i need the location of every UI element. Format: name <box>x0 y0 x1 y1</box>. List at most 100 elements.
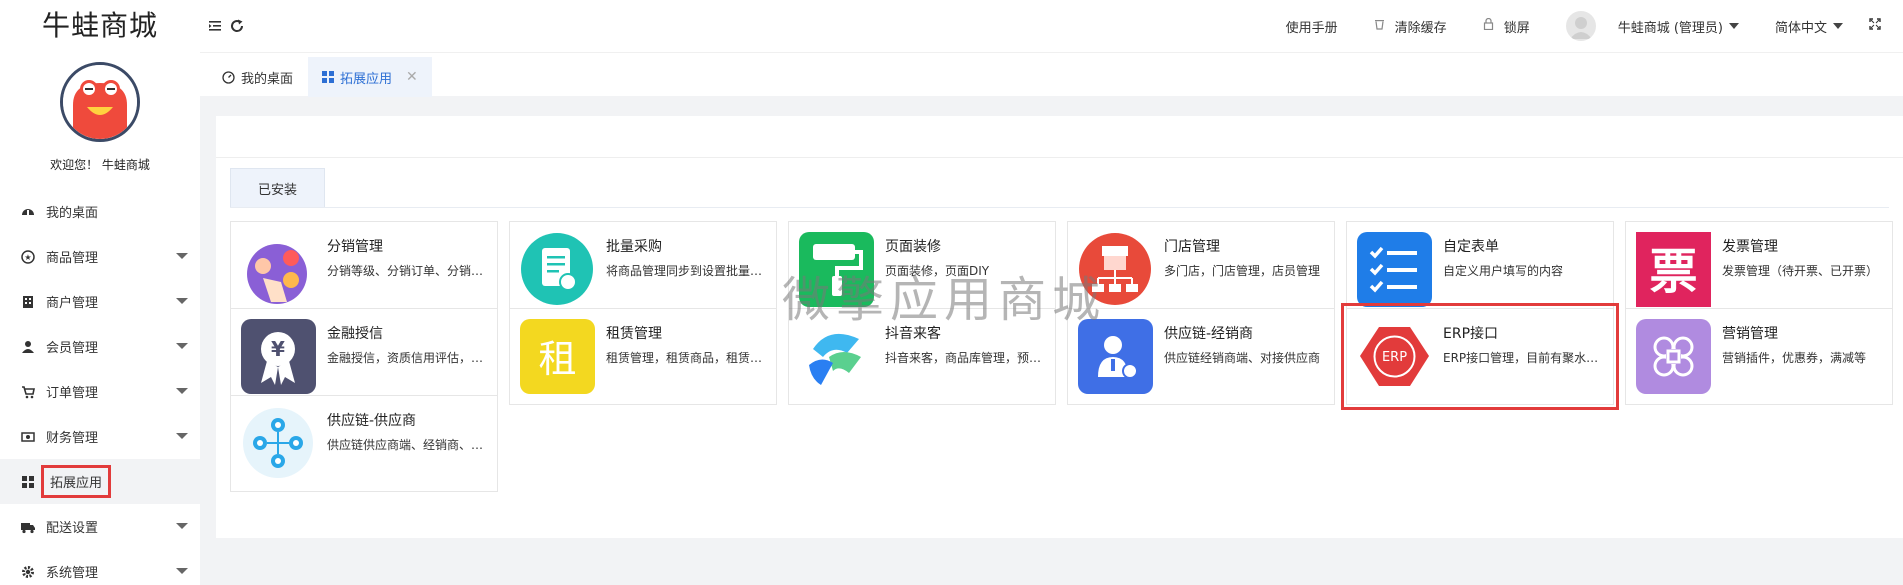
app-desc: 抖音来客，商品库管理，预约管理 <box>885 351 1047 365</box>
extensions-panel: 已安装 分销管理 分销等级、分销订单、分销商管理 批量采购 将商品管理同步到设置… <box>216 116 1903 538</box>
app-card-invoice[interactable]: 票 发票管理 发票管理（待开票、已开票） <box>1625 221 1893 318</box>
user-menu[interactable]: 牛蛙商城 (管理员) <box>1618 17 1739 36</box>
app-card-custom-form[interactable]: 自定表单 自定义用户填写的内容 <box>1346 221 1614 318</box>
grid-icon <box>20 474 36 490</box>
sidebar-item-order[interactable]: 订单管理 <box>0 369 200 414</box>
app-card-supply-supplier[interactable]: 供应链-供应商 供应链供应商端、经销商、商品 <box>230 395 498 492</box>
lock-icon <box>1483 17 1494 34</box>
app-desc: 分销等级、分销订单、分销商管理 <box>327 264 489 278</box>
app-card-page-decoration[interactable]: 页面装修 页面装修，页面DIY <box>788 221 1056 318</box>
user-name: 牛蛙商城 (管理员) <box>1617 20 1723 36</box>
language-select[interactable]: 简体中文 <box>1775 17 1843 36</box>
app-desc: 多门店，门店管理，店员管理 <box>1164 264 1321 278</box>
sidebar-item-system[interactable]: 系统管理 <box>0 549 200 585</box>
app-desc: 租赁管理，租赁商品，租赁订单 <box>606 351 768 365</box>
user-icon <box>20 339 36 355</box>
caret-down-icon <box>1728 23 1739 29</box>
panel-header <box>216 116 1903 158</box>
app-title: 自定表单 <box>1443 239 1499 255</box>
chevron-down-icon <box>176 253 188 259</box>
trash-icon <box>1374 18 1385 34</box>
top-bar: 使用手册 清除缓存 锁屏 牛蛙商城 (管理员) 简体中文 <box>200 0 1903 52</box>
chevron-down-icon <box>176 523 188 529</box>
app-card-bulk-purchase[interactable]: 批量采购 将商品管理同步到设置批量采购 <box>509 221 777 318</box>
app-title: 发票管理 <box>1722 239 1778 255</box>
lock-screen-button[interactable]: 锁屏 <box>1483 17 1530 36</box>
svg-text:★: ★ <box>24 253 31 262</box>
sidebar-item-member[interactable]: 会员管理 <box>0 324 200 369</box>
app-card-lease[interactable]: 租 租赁管理 租赁管理，租赁商品，租赁订单 <box>509 308 777 405</box>
manual-link[interactable]: 使用手册 <box>1286 17 1338 36</box>
app-desc: 供应链供应商端、经销商、商品 <box>327 438 489 452</box>
fullscreen-icon <box>1869 18 1881 34</box>
user-avatar[interactable] <box>1565 11 1596 41</box>
caret-down-icon <box>1833 23 1843 29</box>
tab-dashboard[interactable]: 我的桌面 <box>208 57 307 97</box>
sidebar-item-delivery[interactable]: 配送设置 <box>0 504 200 549</box>
refresh-icon[interactable] <box>230 18 244 37</box>
app-title: 批量采购 <box>606 239 662 255</box>
app-card-store[interactable]: 门店管理 多门店，门店管理，店员管理 <box>1067 221 1335 318</box>
app-title: 抖音来客 <box>885 326 941 342</box>
app-card-supply-dealer[interactable]: 供应链-经销商 供应链经销商端、对接供应商 <box>1067 308 1335 405</box>
admin-avatar[interactable] <box>60 62 140 142</box>
sidebar-item-label: 系统管理 <box>46 566 99 581</box>
chevron-down-icon <box>176 568 188 574</box>
tab-installed[interactable]: 已安装 <box>230 168 325 208</box>
chevron-down-icon <box>176 388 188 394</box>
app-desc: 将商品管理同步到设置批量采购 <box>606 264 768 278</box>
sidebar-item-dashboard[interactable]: 我的桌面 <box>0 189 200 234</box>
lock-label: 锁屏 <box>1503 20 1530 36</box>
truck-icon <box>20 519 36 535</box>
douyin-laike-icon <box>799 319 874 394</box>
svg-text:¥: ¥ <box>271 337 285 361</box>
grid-icon <box>322 71 334 83</box>
money-icon <box>20 429 36 445</box>
close-icon[interactable]: ✕ <box>406 69 418 85</box>
chevron-down-icon <box>176 433 188 439</box>
app-title: 门店管理 <box>1164 239 1220 255</box>
sidebar-item-label: 我的桌面 <box>46 206 99 221</box>
app-card-douyin[interactable]: 抖音来客 抖音来客，商品库管理，预约管理 <box>788 308 1056 405</box>
chevron-down-icon <box>176 343 188 349</box>
app-title: 分销管理 <box>327 239 383 255</box>
store-icon <box>1078 232 1153 307</box>
sidebar: 牛蛙商城 欢迎您！ 牛蛙商城 我的桌面 ★ 商品管理 商户管理 会员管理 订单管… <box>0 0 200 585</box>
sidebar-item-extensions[interactable]: 拓展应用 <box>0 459 200 504</box>
tab-extensions[interactable]: 拓展应用 ✕ <box>308 57 432 97</box>
sidebar-item-label: 商户管理 <box>46 296 99 311</box>
app-title: ERP接口 <box>1443 326 1499 342</box>
dashboard-icon <box>20 204 36 220</box>
app-card-distribution[interactable]: 分销管理 分销等级、分销订单、分销商管理 <box>230 221 498 318</box>
app-desc: 发票管理（待开票、已开票） <box>1722 264 1879 278</box>
app-title: 营销管理 <box>1722 326 1778 342</box>
divider <box>230 207 1889 208</box>
paint-roller-icon <box>799 232 874 307</box>
svg-text:ERP: ERP <box>1382 350 1407 365</box>
app-card-credit[interactable]: ¥ 金融授信 金融授信，资质信用评估，授信额度 <box>230 308 498 405</box>
app-root: 牛蛙商城 欢迎您！ 牛蛙商城 我的桌面 ★ 商品管理 商户管理 会员管理 订单管… <box>0 0 1903 585</box>
app-card-marketing[interactable]: 营销管理 营销插件，优惠券，满减等 <box>1625 308 1893 405</box>
goods-icon: ★ <box>20 249 36 265</box>
collapse-menu-icon[interactable] <box>208 18 222 37</box>
svg-text:票: 票 <box>1649 244 1697 300</box>
sidebar-item-finance[interactable]: 财务管理 <box>0 414 200 459</box>
app-title: 页面装修 <box>885 239 941 255</box>
default-user-icon <box>1569 17 1592 39</box>
fullscreen-button[interactable] <box>1869 18 1881 34</box>
sidebar-item-label: 订单管理 <box>46 386 99 401</box>
app-card-erp[interactable]: ERP ERP接口 ERP接口管理，目前有聚水潭接口 <box>1341 303 1619 410</box>
lease-icon: 租 <box>520 319 595 394</box>
distribution-icon <box>241 232 316 307</box>
gear-icon <box>20 564 36 580</box>
app-desc: 自定义用户填写的内容 <box>1443 264 1564 278</box>
clear-cache-button[interactable]: 清除缓存 <box>1374 17 1447 36</box>
sidebar-item-merchant[interactable]: 商户管理 <box>0 279 200 324</box>
page-tabs: 我的桌面 拓展应用 ✕ <box>200 52 1903 97</box>
bulk-purchase-icon <box>520 232 595 307</box>
sidebar-item-goods[interactable]: ★ 商品管理 <box>0 234 200 279</box>
checklist-icon <box>1357 232 1432 307</box>
marketing-icon <box>1636 319 1711 394</box>
chevron-down-icon <box>176 298 188 304</box>
sidebar-item-label: 商品管理 <box>46 251 99 266</box>
